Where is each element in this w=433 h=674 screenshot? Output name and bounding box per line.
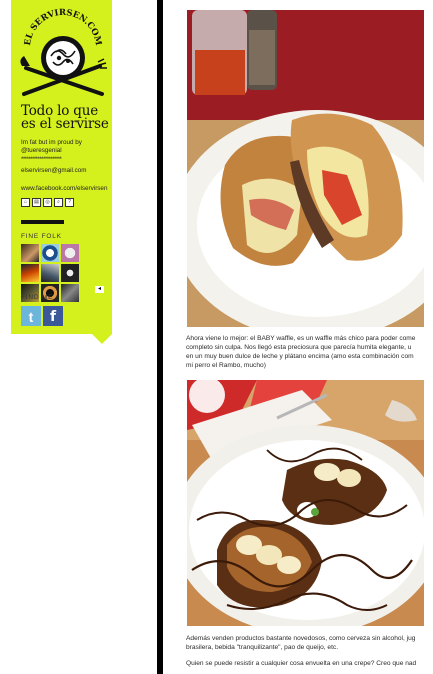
folk-avatar[interactable] <box>41 264 59 282</box>
twitter-icon[interactable]: t <box>21 306 41 326</box>
folk-avatar[interactable] <box>21 264 39 282</box>
content-divider <box>157 0 163 674</box>
blog-tagline: Todo lo que es el servirse <box>21 103 109 132</box>
waffle-photo <box>187 380 424 626</box>
rss-icon[interactable]: ◎ <box>43 198 52 207</box>
search-icon[interactable]: ⌕ <box>54 198 63 207</box>
nav-icon-row: ⌂ ▤ ◎ ⌕ ? <box>21 198 74 207</box>
email-link[interactable]: elservirsen@gmail.com <box>21 167 87 175</box>
sidebar-tail <box>92 334 112 344</box>
fine-folk-label: FINE FOLK <box>21 233 62 240</box>
twitter-handle-link[interactable]: @tueresgenial <box>21 147 113 155</box>
facebook-url-link[interactable]: www.facebook.com/elservirsen <box>21 185 107 193</box>
facebook-icon[interactable]: f <box>43 306 63 326</box>
sandwich-photo <box>187 10 424 327</box>
archive-icon[interactable]: ▤ <box>32 198 41 207</box>
folk-avatar[interactable] <box>61 244 79 262</box>
help-icon[interactable]: ? <box>65 198 74 207</box>
social-links: t f <box>21 306 63 326</box>
folk-avatar[interactable] <box>21 244 39 262</box>
sidebar: EL SERVIRSEN.COM Todo lo que es el servi… <box>11 0 112 334</box>
folk-avatar[interactable] <box>41 244 59 262</box>
sidebar-bar <box>21 220 64 224</box>
home-icon[interactable]: ⌂ <box>21 198 30 207</box>
post-paragraph-3: Quien se puede resistir a cualquier cosa… <box>186 660 417 667</box>
blog-description: Im fat but im proud by @tueresgenial <box>21 139 113 155</box>
post-paragraph-1: Ahora viene lo mejor: el BABY waffle, es… <box>186 335 416 369</box>
star-divider: ********************** <box>21 157 62 163</box>
collapse-arrow-icon[interactable]: ◂ <box>95 286 104 293</box>
find-me-label: FIND ME <box>21 294 54 301</box>
post-paragraph-2: Además venden productos bastante novedos… <box>186 635 416 651</box>
elservirsen-logo[interactable]: EL SERVIRSEN.COM <box>18 6 108 98</box>
folk-avatar[interactable] <box>61 284 79 302</box>
folk-avatar[interactable] <box>61 264 79 282</box>
